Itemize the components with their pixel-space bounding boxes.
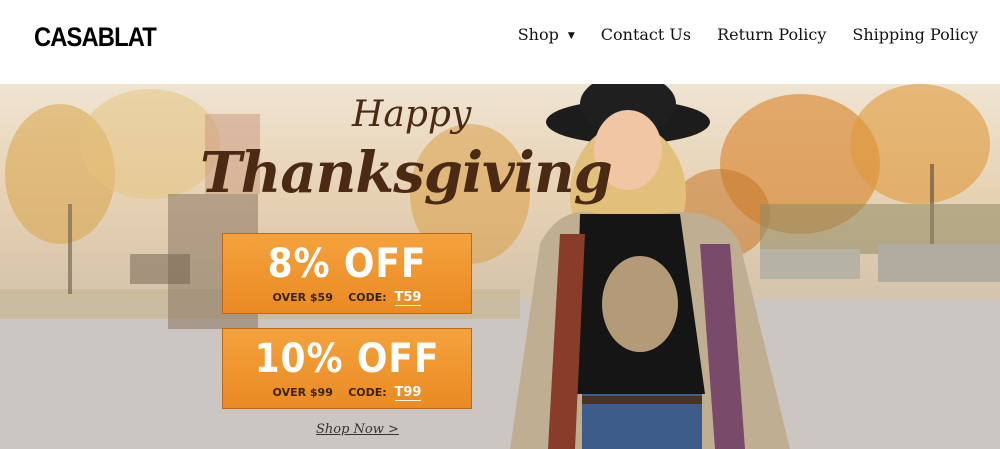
nav-shipping-label: Shipping Policy [852,25,978,44]
offer-card-10-off: 10% OFF OVER $99 CODE: T99 [222,328,472,409]
offer-condition: OVER $59 [272,291,333,304]
offer-details: OVER $59 CODE: T59 [223,290,471,306]
hero-banner[interactable]: Happy Thanksgiving 8% OFF OVER $59 CODE:… [0,84,1000,449]
offer-condition: OVER $99 [272,386,333,399]
thanksgiving-script-text: Thanksgiving [200,140,613,206]
offer-headline: 8% OFF [267,241,427,287]
nav-return-label: Return Policy [717,25,827,44]
offer-headline: 10% OFF [254,336,440,382]
nav-shop-label: Shop [517,25,559,44]
offer-code: T59 [394,290,422,306]
happy-script-text: Happy [352,94,472,135]
offer-code: T99 [394,385,422,401]
site-header: CASABLAT Shop ▼ Contact Us Return Policy… [0,0,1000,84]
site-logo[interactable]: CASABLAT [34,22,157,53]
nav-return-policy[interactable]: Return Policy [717,25,826,44]
chevron-down-icon: ▼ [567,30,575,41]
offer-code-label: CODE: [348,291,387,304]
hero-background-image [0,84,1000,449]
offer-card-8-off: 8% OFF OVER $59 CODE: T59 [222,233,472,314]
main-nav: Shop ▼ Contact Us Return Policy Shipping… [518,25,978,44]
shop-now-link[interactable]: Shop Now > [316,422,399,437]
offer-code-label: CODE: [348,386,387,399]
offer-details: OVER $99 CODE: T99 [223,385,471,401]
nav-shop[interactable]: Shop ▼ [518,25,575,44]
nav-contact-label: Contact Us [600,25,692,44]
nav-contact-us[interactable]: Contact Us [601,25,691,44]
nav-shipping-policy[interactable]: Shipping Policy [852,25,978,44]
